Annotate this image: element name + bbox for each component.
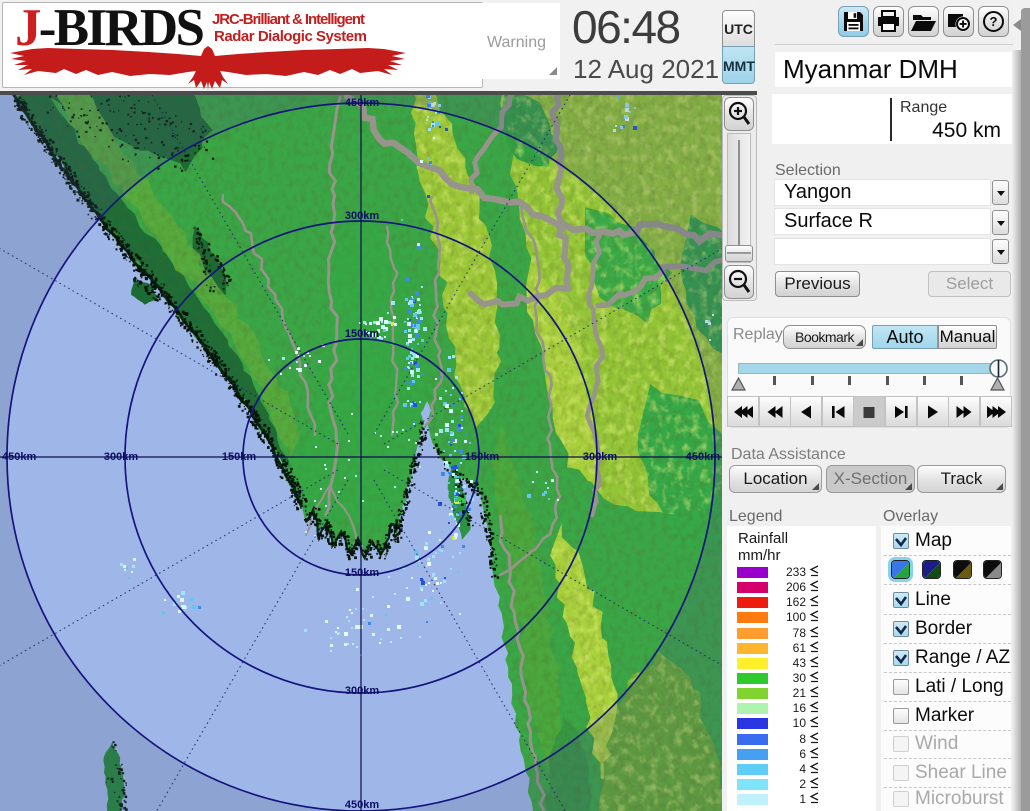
svg-text:150km: 150km [345,567,379,579]
svg-text:150km: 150km [222,451,256,463]
svg-text:300km: 300km [583,451,617,463]
svg-text:300km: 300km [345,685,379,697]
svg-text:450km: 450km [345,97,379,109]
svg-text:300km: 300km [345,210,379,222]
svg-text:450km: 450km [345,799,379,811]
svg-text:?: ? [990,14,998,29]
svg-text:300km: 300km [104,451,138,463]
svg-text:450km: 450km [686,451,720,463]
svg-text:150km: 150km [465,451,499,463]
svg-text:Radar Dialogic System: Radar Dialogic System [214,28,367,45]
svg-text:150km: 150km [345,328,379,340]
svg-text:450km: 450km [2,451,36,463]
svg-text:JRC-Brilliant & Intelligent: JRC-Brilliant & Intelligent [212,11,365,28]
